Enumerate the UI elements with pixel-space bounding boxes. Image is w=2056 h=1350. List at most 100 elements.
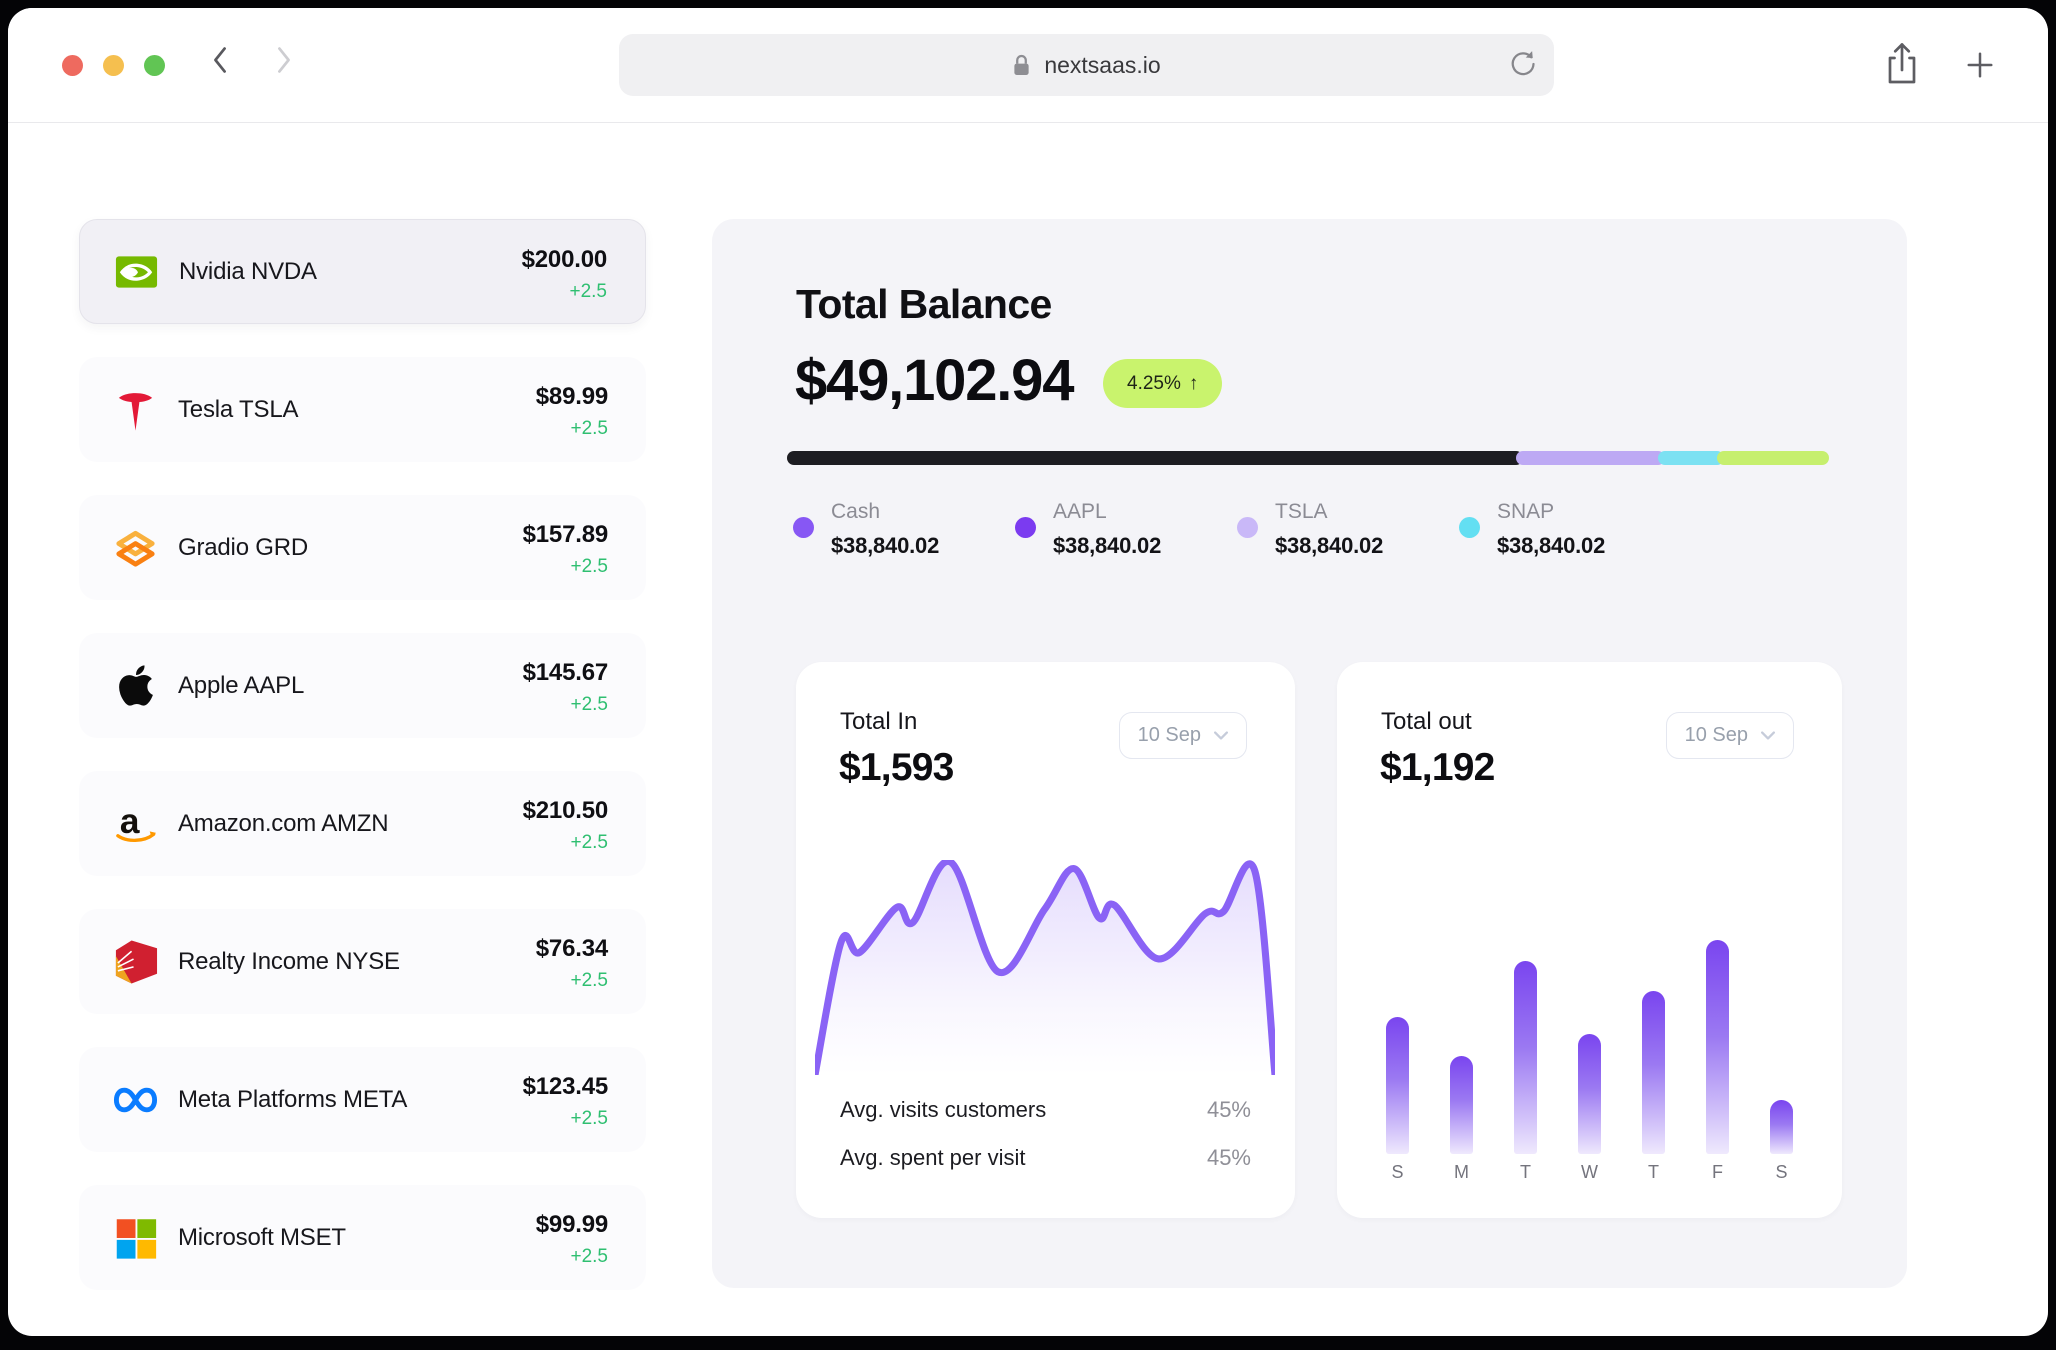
lock-icon [1012, 53, 1031, 78]
stock-price: $99.99 [536, 1211, 608, 1239]
total-in-area-chart [815, 860, 1275, 1075]
total-out-period-dropdown[interactable]: 10 Sep [1666, 712, 1794, 759]
total-balance-amount: $49,102.94 [795, 347, 1073, 414]
legend-dot-icon [1459, 517, 1480, 538]
stat-row: Avg. spent per visit 45% [840, 1134, 1251, 1182]
svg-text:a: a [120, 801, 140, 840]
stock-change: +2.5 [570, 1108, 608, 1130]
share-icon[interactable] [1884, 40, 1920, 88]
stock-change: +2.5 [570, 970, 608, 992]
stock-price: $157.89 [523, 521, 608, 549]
zoom-window-button[interactable] [144, 55, 165, 76]
allocation-segment-snap [1717, 451, 1829, 465]
legend-label: SNAP [1497, 500, 1605, 524]
legend-value: $38,840.02 [831, 533, 939, 559]
legend-dot-icon [1237, 517, 1258, 538]
stock-list-item[interactable]: Apple AAPL $145.67 +2.5 [79, 633, 646, 738]
stock-name: Microsoft MSET [178, 1224, 346, 1252]
legend-value: $38,840.02 [1275, 533, 1383, 559]
back-button[interactable] [208, 44, 232, 76]
stock-list: Nvidia NVDA $200.00 +2.5 Tesla TSLA $89.… [79, 219, 646, 1323]
legend-item: Cash $38,840.02 [793, 500, 1015, 559]
stat-row: Avg. visits customers 45% [840, 1086, 1251, 1134]
total-in-amount: $1,593 [839, 746, 954, 790]
stock-change: +2.5 [570, 556, 608, 578]
amazon-logo: a [112, 800, 159, 847]
change-badge: 4.25% ↑ [1103, 359, 1222, 408]
chevron-down-icon [1214, 731, 1228, 740]
total-in-card: Total In $1,593 10 Sep [796, 662, 1295, 1218]
legend-item: AAPL $38,840.02 [1015, 500, 1237, 559]
total-in-label: Total In [840, 708, 917, 736]
bar-t-2 [1514, 961, 1537, 1154]
weekday-labels: SMTWTFS [1386, 1162, 1793, 1183]
bar-t-4 [1642, 991, 1665, 1154]
legend-value: $38,840.02 [1497, 533, 1605, 559]
stock-list-item[interactable]: Gradio GRD $157.89 +2.5 [79, 495, 646, 600]
change-badge-value: 4.25% [1127, 373, 1181, 395]
period-value: 10 Sep [1685, 724, 1748, 747]
weekday-label: T [1642, 1162, 1665, 1183]
meta-logo [112, 1076, 159, 1123]
stock-name: Meta Platforms META [178, 1086, 407, 1114]
total-out-amount: $1,192 [1380, 746, 1495, 790]
allocation-segment-aapl [1516, 451, 1666, 465]
chevron-down-icon [1761, 731, 1775, 740]
legend-item: SNAP $38,840.02 [1459, 500, 1681, 559]
url-text: nextsaas.io [1044, 52, 1160, 79]
stock-change: +2.5 [570, 832, 608, 854]
new-tab-icon[interactable] [1965, 50, 1995, 80]
address-bar[interactable]: nextsaas.io [619, 34, 1554, 96]
weekday-label: S [1386, 1162, 1409, 1183]
stock-list-item[interactable]: Microsoft MSET $99.99 +2.5 [79, 1185, 646, 1290]
realty-income-logo [112, 938, 159, 985]
stock-name: Amazon.com AMZN [178, 810, 388, 838]
legend-item: TSLA $38,840.02 [1237, 500, 1459, 559]
gradio-logo [112, 524, 159, 571]
nvidia-logo [113, 248, 160, 295]
allocation-bar [787, 451, 1850, 465]
stock-price: $200.00 [522, 246, 607, 274]
stock-price: $145.67 [523, 659, 608, 687]
period-value: 10 Sep [1138, 724, 1201, 747]
tesla-logo [112, 386, 159, 433]
total-out-bar-chart [1386, 940, 1793, 1154]
stock-list-item[interactable]: Meta Platforms META $123.45 +2.5 [79, 1047, 646, 1152]
legend-dot-icon [793, 517, 814, 538]
stat-label: Avg. visits customers [840, 1097, 1046, 1123]
stock-name: Apple AAPL [178, 672, 304, 700]
total-in-period-dropdown[interactable]: 10 Sep [1119, 712, 1247, 759]
stock-price: $210.50 [523, 797, 608, 825]
allocation-legend: Cash $38,840.02 AAPL $38,840.02 TSLA $38… [793, 500, 1681, 559]
stock-list-item[interactable]: Realty Income NYSE $76.34 +2.5 [79, 909, 646, 1014]
stock-price: $89.99 [536, 383, 608, 411]
total-out-label: Total out [1381, 708, 1472, 736]
weekday-label: T [1514, 1162, 1537, 1183]
microsoft-logo [112, 1214, 159, 1261]
legend-label: AAPL [1053, 500, 1161, 524]
forward-button[interactable] [272, 44, 296, 76]
stock-list-item[interactable]: Nvidia NVDA $200.00 +2.5 [79, 219, 646, 324]
apple-logo [112, 662, 159, 709]
allocation-segment-tsla [1658, 451, 1724, 465]
stock-price: $76.34 [536, 935, 608, 963]
legend-dot-icon [1015, 517, 1036, 538]
minimize-window-button[interactable] [103, 55, 124, 76]
stock-change: +2.5 [570, 418, 608, 440]
window-controls [62, 55, 165, 76]
legend-label: TSLA [1275, 500, 1383, 524]
browser-toolbar: nextsaas.io [8, 8, 2048, 123]
stat-value: 45% [1207, 1097, 1251, 1123]
close-window-button[interactable] [62, 55, 83, 76]
stock-change: +2.5 [570, 694, 608, 716]
total-balance-title: Total Balance [796, 281, 1052, 328]
stock-list-item[interactable]: Tesla TSLA $89.99 +2.5 [79, 357, 646, 462]
bar-m-1 [1450, 1056, 1473, 1154]
stock-list-item[interactable]: a Amazon.com AMZN $210.50 +2.5 [79, 771, 646, 876]
weekday-label: M [1450, 1162, 1473, 1183]
weekday-label: W [1578, 1162, 1601, 1183]
stat-value: 45% [1207, 1145, 1251, 1171]
allocation-segment-cash [787, 451, 1523, 465]
refresh-icon[interactable] [1506, 49, 1536, 79]
total-out-card: Total out $1,192 10 Sep SMTWTFS [1337, 662, 1842, 1218]
